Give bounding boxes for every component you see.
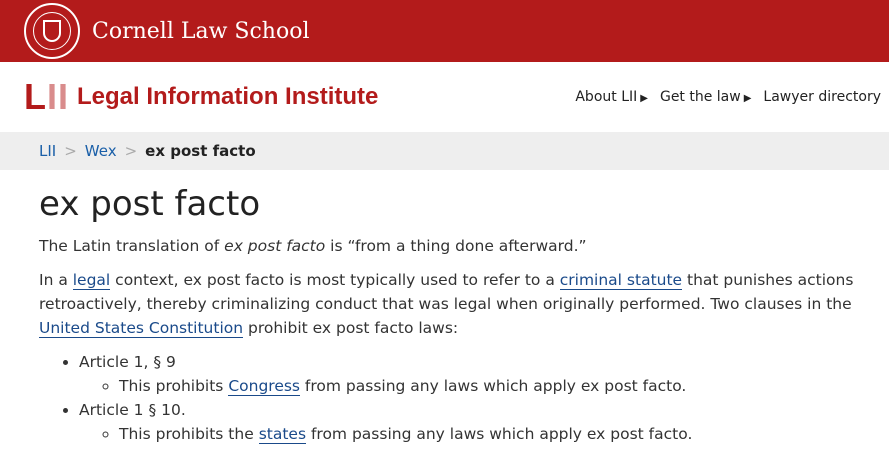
link-us-constitution[interactable]: United States Constitution: [39, 319, 244, 338]
nav-get-the-law[interactable]: Get the law ▶: [660, 89, 751, 105]
institute-name[interactable]: Legal Information Institute: [77, 83, 378, 111]
text: from passing any laws which apply ex pos…: [306, 425, 693, 443]
context-paragraph: In a legal context, ex post facto is mos…: [39, 268, 867, 340]
text: is “from a thing done afterward.”: [325, 237, 587, 255]
text: The Latin translation of: [39, 237, 225, 255]
top-nav: About LII ▶ Get the law ▶ Lawyer directory: [575, 89, 881, 105]
caret-right-icon: ▶: [640, 93, 648, 104]
breadcrumb: LII > Wex > ex post facto: [0, 132, 889, 170]
lii-logo[interactable]: LII: [24, 76, 69, 118]
cornell-header: Cornell Law School: [0, 0, 889, 62]
text: Article 1, § 9: [79, 353, 176, 371]
clauses-list: Article 1, § 9 This prohibits Congress f…: [79, 350, 867, 446]
link-states[interactable]: states: [258, 425, 307, 444]
sub-list-item: This prohibits Congress from passing any…: [119, 374, 867, 398]
sub-list-item: This prohibits the states from passing a…: [119, 422, 867, 446]
text: This prohibits: [119, 377, 229, 395]
list-item: Article 1, § 9 This prohibits Congress f…: [79, 350, 867, 398]
page-title: ex post facto: [39, 184, 261, 224]
cornell-seal-icon[interactable]: [24, 3, 80, 59]
nav-label: About LII: [575, 89, 638, 105]
text: prohibit ex post facto laws:: [243, 319, 459, 337]
nav-about[interactable]: About LII ▶: [575, 89, 648, 105]
text: Article 1 § 10.: [79, 401, 186, 419]
link-criminal-statute[interactable]: criminal statute: [559, 271, 683, 290]
list-item: Article 1 § 10. This prohibits the state…: [79, 398, 867, 446]
breadcrumb-current: ex post facto: [145, 142, 256, 160]
text: context, ex post facto is most typically…: [110, 271, 560, 289]
nav-lawyer-directory[interactable]: Lawyer directory: [763, 89, 881, 105]
separator: >: [124, 142, 138, 160]
link-legal[interactable]: legal: [72, 271, 111, 290]
separator: >: [64, 142, 77, 160]
lii-header: LII Legal Information Institute About LI…: [0, 62, 889, 132]
nav-label: Get the law: [659, 89, 741, 105]
breadcrumb-wex[interactable]: Wex: [85, 142, 117, 160]
text: ex post facto: [224, 237, 326, 255]
breadcrumb-lii[interactable]: LII: [39, 142, 56, 160]
text: This prohibits the: [119, 425, 259, 443]
intro-paragraph: The Latin translation of ex post facto i…: [39, 234, 867, 258]
text: from passing any laws which apply ex pos…: [300, 377, 687, 395]
text: In a: [39, 271, 73, 289]
link-congress[interactable]: Congress: [228, 377, 300, 396]
caret-right-icon: ▶: [743, 93, 752, 104]
school-name[interactable]: Cornell Law School: [92, 19, 310, 44]
